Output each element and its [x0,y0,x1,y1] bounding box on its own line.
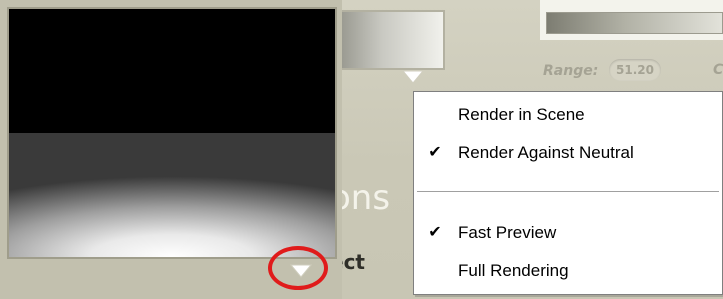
menu-item-label: Render in Scene [458,105,585,124]
preview-panel [0,0,342,299]
preview-context-menu: Render in Scene ✔ Render Against Neutral… [413,91,723,295]
preview-neutral-backdrop [9,133,335,257]
range-gradient-bar[interactable] [546,12,723,34]
range-value-field[interactable]: 51.20 [609,59,661,81]
menu-item-full-rendering[interactable]: Full Rendering [414,254,722,288]
menu-separator [417,191,719,193]
swatch-menu-arrow[interactable] [402,70,424,84]
preview-menu-button[interactable] [290,264,312,278]
menu-item-render-in-scene[interactable]: Render in Scene [414,98,722,132]
truncated-label: C [713,62,723,78]
range-label: Range: [543,63,599,79]
triangle-down-icon [290,264,312,278]
menu-item-fast-preview[interactable]: ✔ Fast Preview [414,216,722,250]
range-value: 51.20 [616,63,654,77]
triangle-down-icon [402,70,424,84]
menu-item-label: Full Rendering [458,261,569,280]
preview-black-area [9,9,335,133]
checkmark-icon: ✔ [428,224,442,241]
menu-item-render-against-neutral[interactable]: ✔ Render Against Neutral [414,136,722,170]
menu-item-label: Fast Preview [458,223,557,242]
menu-item-label: Render Against Neutral [458,143,634,162]
color-swatch[interactable] [340,10,445,70]
range-swatch-area [540,0,723,40]
material-preview[interactable] [7,7,337,259]
checkmark-icon: ✔ [428,144,442,161]
